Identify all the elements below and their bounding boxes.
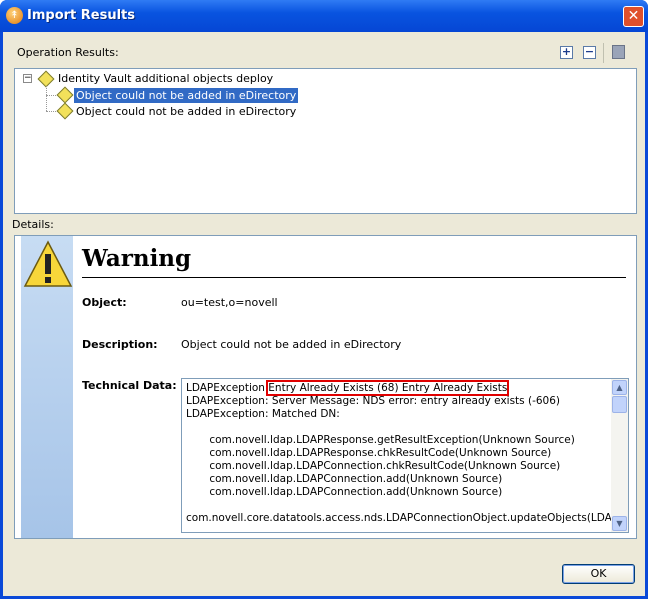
scroll-up-button[interactable]: ▲ [612, 380, 627, 395]
tree-root[interactable]: Identity Vault additional objects deploy [56, 71, 275, 86]
technical-rest: LDAPException: Server Message: NDS error… [186, 395, 629, 524]
technical-data-text: LDAPException Entry Already Exists (68) … [186, 380, 629, 525]
operation-results-tree: − Identity Vault additional objects depl… [14, 68, 637, 214]
scroll-down-button[interactable]: ▼ [612, 516, 627, 531]
object-value: ou=test,o=novell [181, 296, 278, 309]
divider [82, 277, 626, 278]
collapse-toggle[interactable]: − [23, 74, 32, 83]
save-icon[interactable] [612, 45, 625, 59]
technical-prefix: LDAPException [186, 382, 265, 394]
title-bar[interactable]: ↟ Import Results ✕ [0, 0, 648, 32]
warning-heading: Warning [82, 245, 192, 272]
operation-results-label: Operation Results: [17, 46, 119, 59]
scroll-thumb[interactable] [612, 396, 627, 413]
warning-icon [23, 240, 73, 287]
warning-diamond-icon [56, 102, 74, 120]
warning-diamond-icon [37, 70, 55, 88]
tree-item[interactable]: Object could not be added in eDirectory [74, 104, 298, 119]
description-label: Description: [82, 338, 158, 351]
details-panel: Warning Object: ou=test,o=novell Descrip… [14, 235, 637, 539]
technical-data-textarea[interactable]: LDAPException Entry Already Exists (68) … [181, 378, 629, 533]
tree-line [46, 86, 47, 111]
warning-diamond-icon [56, 86, 74, 104]
app-icon: ↟ [6, 7, 23, 24]
toolbar-separator [603, 43, 604, 63]
import-results-dialog: ↟ Import Results ✕ Operation Results: + … [0, 0, 648, 599]
object-label: Object: [82, 296, 127, 309]
highlighted-error: Entry Already Exists (68) Entry Already … [266, 380, 510, 396]
technical-data-label: Technical Data: [82, 379, 177, 392]
expand-all-icon[interactable]: + [560, 46, 573, 59]
vertical-scrollbar[interactable]: ▲ ▼ [611, 379, 628, 532]
details-label: Details: [12, 218, 54, 231]
close-button[interactable]: ✕ [623, 6, 644, 27]
collapse-all-icon[interactable]: − [583, 46, 596, 59]
description-value: Object could not be added in eDirectory [181, 338, 402, 351]
ok-button[interactable]: OK [562, 564, 635, 584]
tree-item[interactable]: Object could not be added in eDirectory [74, 88, 299, 103]
window-title: Import Results [27, 8, 135, 23]
